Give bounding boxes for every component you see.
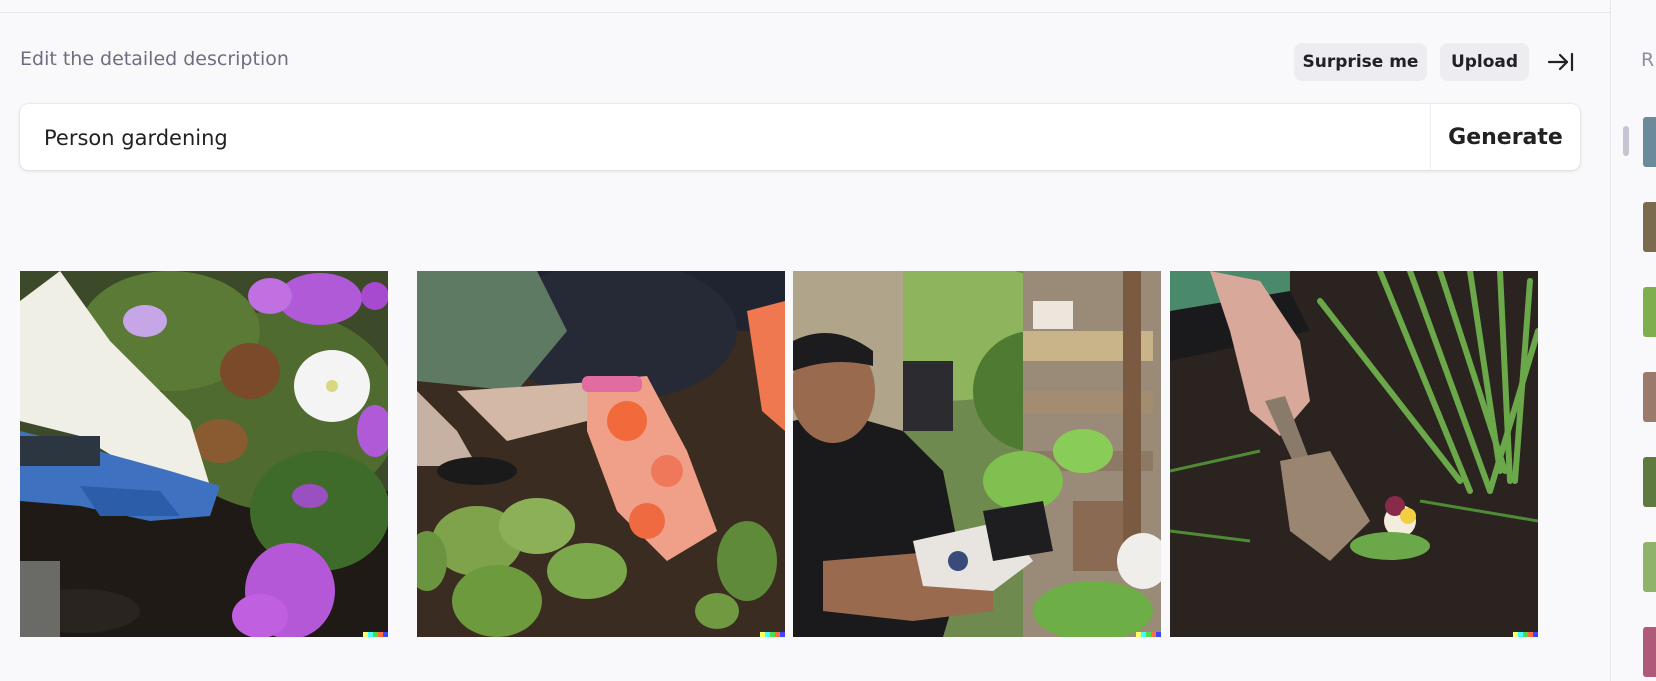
image-signature [760,632,785,637]
image-signature [1513,632,1538,637]
history-thumbnail[interactable] [1643,117,1656,167]
generated-image-3[interactable] [793,271,1161,637]
history-thumbnail[interactable] [1643,542,1656,592]
gardening-image-potting [793,271,1161,637]
main-area: Edit the detailed description Surprise m… [0,0,1610,681]
instruction-text: Edit the detailed description [20,48,289,70]
gardening-image-weeding [417,271,785,637]
history-thumbnail[interactable] [1643,202,1656,252]
history-thumbnail[interactable] [1643,287,1656,337]
signature-swatch-blue [383,632,388,637]
upload-button[interactable]: Upload [1440,43,1529,81]
arrow-right-to-line-icon [1547,52,1574,72]
generate-button[interactable]: Generate [1431,104,1580,170]
generated-image-2[interactable] [417,271,785,637]
generated-image-1[interactable] [20,271,388,637]
history-thumbnail[interactable] [1643,457,1656,507]
signature-swatch-blue [1156,632,1161,637]
signature-swatch-blue [780,632,785,637]
image-signature [363,632,388,637]
prompt-box: Generate [20,104,1580,172]
image-signature [1136,632,1161,637]
history-panel: R [1610,0,1656,681]
signature-swatch-blue [1533,632,1538,637]
gardening-image-flowers [20,271,388,637]
gardening-image-trowel [1170,271,1538,637]
collapse-panel-button[interactable] [1545,48,1577,76]
generated-image-4[interactable] [1170,271,1538,637]
history-thumbnail[interactable] [1643,372,1656,422]
surprise-me-button[interactable]: Surprise me [1294,43,1427,81]
scrollbar-thumb[interactable] [1623,126,1629,156]
history-panel-title: R [1641,49,1655,71]
prompt-input[interactable] [42,104,1346,172]
history-thumbnail[interactable] [1643,627,1656,677]
